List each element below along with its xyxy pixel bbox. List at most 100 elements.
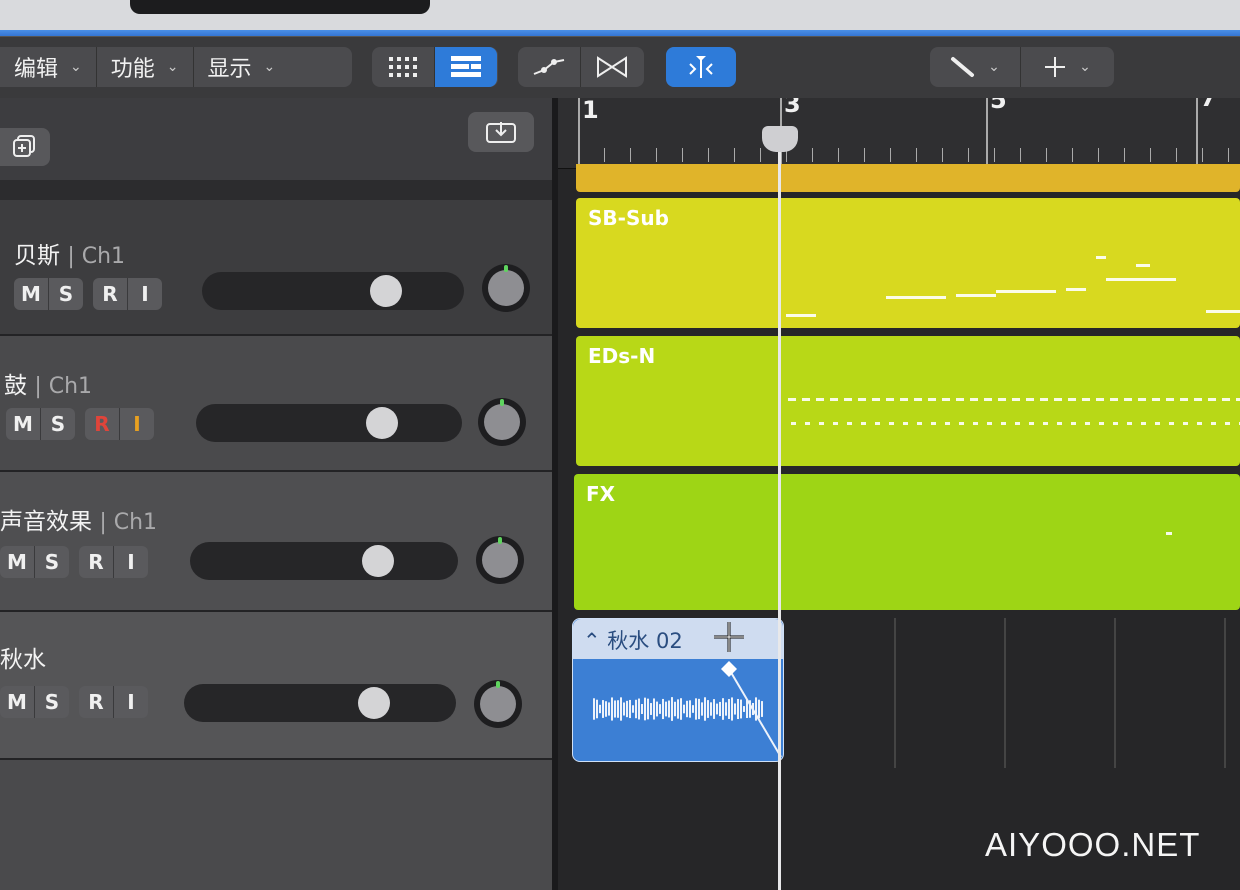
record-button[interactable]: R — [93, 278, 128, 310]
ruler-tick — [1150, 148, 1151, 162]
volume-slider-thumb[interactable] — [370, 275, 402, 307]
flex-icon — [597, 56, 627, 78]
midi-note — [1180, 398, 1188, 401]
command-tool-menu[interactable]: ⌄ — [1021, 47, 1113, 87]
volume-slider[interactable] — [190, 542, 458, 580]
track-name: 秋水 — [0, 640, 46, 674]
collapsed-region[interactable] — [576, 164, 1240, 192]
tool-picker-group: ⌄ ⌄ — [930, 47, 1114, 87]
volume-slider-thumb[interactable] — [366, 407, 398, 439]
pan-knob-face — [484, 404, 520, 440]
mute-button[interactable]: M — [6, 408, 41, 440]
ruler-tick — [604, 148, 605, 162]
region-eds-n[interactable]: EDs-N — [576, 336, 1240, 466]
catch-playhead-button[interactable] — [666, 47, 736, 87]
midi-note — [833, 422, 838, 425]
track-header-sound-effects[interactable]: 声音效果 | Ch1 M S R I — [0, 472, 556, 612]
midi-note — [956, 398, 964, 401]
midi-note — [861, 422, 866, 425]
flex-button[interactable] — [581, 47, 643, 87]
midi-note — [1015, 422, 1020, 425]
track-name-text: 秋水 — [0, 647, 46, 673]
midi-note — [1211, 422, 1216, 425]
input-monitor-button[interactable]: I — [114, 686, 148, 718]
midi-note — [1068, 398, 1076, 401]
volume-slider[interactable] — [196, 404, 462, 442]
function-menu[interactable]: 功能 ⌄ — [97, 47, 194, 87]
midi-note — [1236, 398, 1240, 401]
automation-button[interactable] — [518, 47, 581, 87]
midi-note — [1012, 398, 1020, 401]
mute-button[interactable]: M — [14, 278, 49, 310]
fade-handle-icon — [721, 661, 737, 677]
audio-region-qiushui[interactable]: ⌃ 秋水 02 — [572, 618, 784, 762]
region-sb-sub[interactable]: SB-Sub — [576, 198, 1240, 328]
midi-note — [1096, 256, 1106, 259]
solo-button[interactable]: S — [41, 408, 75, 440]
grid-icon — [389, 57, 417, 77]
track-header-drums[interactable]: 鼓 | Ch1 M S R I — [0, 336, 556, 472]
midi-note — [875, 422, 880, 425]
track-channel: | Ch1 — [34, 374, 93, 399]
midi-note — [816, 398, 824, 401]
function-menu-label: 功能 — [110, 57, 155, 82]
playhead[interactable] — [778, 132, 781, 890]
input-monitor-button[interactable]: I — [128, 278, 162, 310]
grid-view-button[interactable] — [372, 47, 435, 87]
add-track-button[interactable] — [0, 128, 50, 166]
midi-note — [1166, 532, 1172, 535]
pan-indicator — [496, 681, 500, 688]
ruler-tick — [708, 148, 709, 162]
track-header-qiushui[interactable]: 秋水 M S R I — [0, 612, 556, 760]
mute-button[interactable]: M — [0, 686, 35, 718]
midi-note — [872, 398, 880, 401]
import-button[interactable] — [468, 112, 534, 152]
up-down-chevron-icon: ⌃ — [583, 629, 601, 653]
pan-knob[interactable] — [474, 680, 522, 728]
playhead-handle[interactable] — [762, 126, 798, 152]
midi-note — [1225, 422, 1230, 425]
watermark: AIYOOO.NET — [985, 826, 1201, 863]
pan-knob[interactable] — [476, 536, 524, 584]
midi-note — [886, 296, 946, 299]
solo-button[interactable]: S — [35, 546, 69, 578]
chevron-down-icon: ⌄ — [166, 59, 179, 75]
tracks-view-button[interactable] — [435, 47, 497, 87]
midi-note — [917, 422, 922, 425]
pencil-line-icon — [951, 57, 975, 77]
track-name: 贝斯 | Ch1 — [14, 236, 125, 270]
ruler-tick — [1020, 148, 1021, 162]
midi-note — [1206, 310, 1240, 313]
edit-tools-group — [518, 47, 644, 87]
ruler-tick — [838, 148, 839, 162]
volume-slider[interactable] — [184, 684, 456, 722]
record-button[interactable]: R — [79, 546, 114, 578]
track-header-bass[interactable]: 贝斯 | Ch1 M S R I — [0, 200, 556, 336]
pan-knob[interactable] — [478, 398, 526, 446]
record-button[interactable]: R — [85, 408, 120, 440]
region-fx[interactable]: FX — [574, 474, 1240, 610]
record-button[interactable]: R — [79, 686, 114, 718]
input-monitor-button[interactable]: I — [120, 408, 154, 440]
midi-note — [1124, 398, 1132, 401]
pan-knob[interactable] — [482, 264, 530, 312]
volume-slider-thumb[interactable] — [362, 545, 394, 577]
track-buttons: M S R I — [14, 278, 172, 310]
solo-button[interactable]: S — [49, 278, 83, 310]
display-menu[interactable]: 显示 ⌄ — [194, 47, 290, 87]
pan-knob-face — [480, 686, 516, 722]
volume-slider[interactable] — [202, 272, 464, 310]
midi-note — [914, 398, 922, 401]
track-name: 鼓 | Ch1 — [4, 366, 92, 400]
midi-note — [858, 398, 866, 401]
midi-note — [889, 422, 894, 425]
solo-button[interactable]: S — [35, 686, 69, 718]
collapsed-track-strip — [0, 180, 556, 200]
pointer-tool-menu[interactable]: ⌄ — [930, 47, 1021, 87]
bar-ruler[interactable]: 1 3 5 7 — [558, 98, 1240, 169]
mute-button[interactable]: M — [0, 546, 35, 578]
midi-note — [1169, 422, 1174, 425]
volume-slider-thumb[interactable] — [358, 687, 390, 719]
input-monitor-button[interactable]: I — [114, 546, 148, 578]
edit-menu[interactable]: 编辑 ⌄ — [0, 47, 97, 87]
